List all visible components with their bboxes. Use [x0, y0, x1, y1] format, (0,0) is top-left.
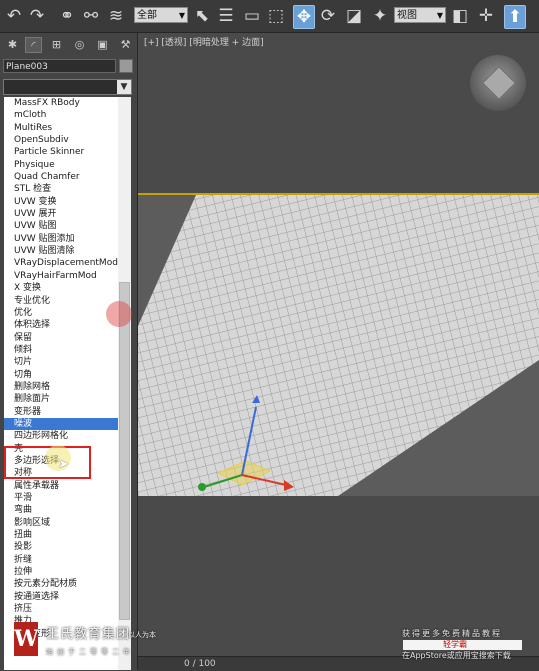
select-rotate-icon[interactable]: ⟳	[318, 5, 338, 27]
unlink-icon[interactable]: ⚯	[81, 5, 101, 27]
modifier-list-item[interactable]: 体积选择	[4, 319, 118, 331]
modifier-list-item[interactable]: 折缝	[4, 554, 118, 566]
viewport-area[interactable]: [+] [透视] [明暗处理 + 边面]	[138, 33, 539, 670]
command-panel: ✱ ◜ ⊞ ◎ ▣ ⚒ Plane003 ▼ MassFX RBody mClot…	[0, 33, 138, 670]
modifier-list-item[interactable]: Particle Skinner	[4, 146, 118, 158]
keyboard-shortcut-override-icon[interactable]: ⬆	[504, 5, 526, 29]
modifier-list-item[interactable]: 切角	[4, 369, 118, 381]
modifier-list-item[interactable]: UVW 贴图	[4, 220, 118, 232]
coord-system-value: 视图	[397, 10, 417, 21]
modifier-list-item[interactable]: Physique	[4, 159, 118, 171]
undo-icon[interactable]: ↶	[4, 5, 24, 27]
brand-logo: W	[14, 622, 39, 656]
modifier-list-item[interactable]: 属性承载器	[4, 480, 118, 492]
viewcube-face[interactable]	[482, 66, 516, 100]
pivot-center-icon[interactable]: ◧	[450, 5, 470, 27]
selection-filter-value: 全部	[137, 10, 157, 21]
modifier-list-item[interactable]: 噪波	[4, 417, 118, 431]
modifier-list-item[interactable]: 扭曲	[4, 529, 118, 541]
link-icon[interactable]: ⚭	[57, 5, 77, 27]
modifier-list-item[interactable]: 投影	[4, 541, 118, 553]
object-name-field[interactable]: Plane003	[3, 59, 116, 73]
chevron-down-icon: ▼	[178, 11, 185, 20]
modifier-list-item[interactable]: X 变换	[4, 282, 118, 294]
modifier-list-item[interactable]: 拉伸	[4, 566, 118, 578]
chevron-down-icon[interactable]: ▼	[117, 80, 131, 94]
select-manipulate-icon[interactable]: ✛	[476, 5, 496, 27]
chevron-down-icon: ▼	[436, 11, 443, 20]
viewcube-icon[interactable]	[470, 55, 526, 111]
select-move-icon[interactable]: ✥	[293, 5, 315, 29]
modifier-list-item[interactable]: 按元素分配材质	[4, 578, 118, 590]
object-color-swatch[interactable]	[119, 59, 133, 73]
plane-mesh[interactable]	[138, 195, 539, 496]
tab-display-icon[interactable]: ▣	[94, 37, 111, 53]
modifier-list-item[interactable]: 优化	[4, 307, 118, 319]
tab-create-icon[interactable]: ✱	[4, 37, 21, 53]
modifier-list-scrollbar[interactable]	[118, 97, 131, 670]
coord-system-dropdown[interactable]: 视图 ▼	[394, 7, 446, 23]
modifier-list-item[interactable]: UVW 贴图添加	[4, 233, 118, 245]
watermark-title: 王氏教育集团	[46, 627, 131, 642]
promo-text-bottom: 在AppStore或应用宝搜索下载	[402, 651, 511, 660]
modifier-list-dropdown[interactable]: ▼	[3, 79, 132, 95]
perspective-viewport[interactable]	[138, 194, 539, 497]
modifier-list-item[interactable]: 专业优化	[4, 295, 118, 307]
modifier-list-item[interactable]: STL 检查	[4, 183, 118, 195]
tab-utilities-icon[interactable]: ⚒	[117, 37, 134, 53]
modifier-list-item[interactable]: VRayHairFarmMod	[4, 270, 118, 282]
main-toolbar: ↶ ↷ ⚭ ⚯ ≋ 全部 ▼ ⬉ ☰ ▭ ⬚ ✥ ⟳ ◪ ✦ 视图 ▼ ◧ ✛ …	[0, 0, 539, 33]
modifier-list-item[interactable]: UVW 贴图清除	[4, 245, 118, 257]
modifier-list-item[interactable]: 倾斜	[4, 344, 118, 356]
modifier-list-item[interactable]: 平滑	[4, 492, 118, 504]
modifier-list-item[interactable]: 影响区域	[4, 517, 118, 529]
modifier-list: MassFX RBody mCloth MultiRes OpenSubdiv Part…	[4, 97, 118, 670]
bind-spacewarp-icon[interactable]: ≋	[106, 5, 126, 27]
modifier-list-item[interactable]: mCloth	[4, 109, 118, 121]
select-scale-icon[interactable]: ◪	[344, 5, 364, 27]
watermark-subtitle: 始创于二零零二年	[46, 648, 134, 656]
modifier-list-item[interactable]: 挤压	[4, 603, 118, 615]
modifier-list-item[interactable]: MassFX RBody	[4, 97, 118, 109]
window-crossing-icon[interactable]: ⬚	[266, 5, 286, 27]
modifier-list-item[interactable]: MultiRes	[4, 122, 118, 134]
viewport-label[interactable]: [+] [透视] [明暗处理 + 边面]	[144, 38, 264, 49]
scroll-thumb[interactable]	[119, 282, 130, 620]
watermark-slogan: 以人为本	[128, 631, 156, 639]
redo-icon[interactable]: ↷	[27, 5, 47, 27]
select-object-icon[interactable]: ⬉	[192, 5, 212, 27]
modifier-list-item[interactable]: UVW 变换	[4, 196, 118, 208]
modifier-list-item[interactable]: 弯曲	[4, 504, 118, 516]
modifier-list-item[interactable]: 按通道选择	[4, 591, 118, 603]
click-indicator	[106, 301, 132, 327]
selection-filter-dropdown[interactable]: 全部 ▼	[134, 7, 188, 23]
select-by-name-icon[interactable]: ☰	[216, 5, 236, 27]
viewport-top-region[interactable]: [+] [透视] [明暗处理 + 边面]	[138, 33, 539, 194]
tab-modify-icon[interactable]: ◜	[25, 37, 42, 53]
modifier-list-item[interactable]: Quad Chamfer	[4, 171, 118, 183]
promo-badge-text: 轻学霸	[443, 640, 467, 649]
modifier-list-item[interactable]: OpenSubdiv	[4, 134, 118, 146]
modifier-list-item[interactable]: 四边形网格化	[4, 430, 118, 442]
modifier-list-item[interactable]: 删除网格	[4, 381, 118, 393]
modifier-list-item[interactable]: VRayDisplacementMod	[4, 257, 118, 269]
mouse-cursor-icon: ➤	[58, 457, 69, 472]
modifier-list-item[interactable]: 删除面片	[4, 393, 118, 405]
promo-badge: 轻学霸	[403, 640, 522, 650]
tab-motion-icon[interactable]: ◎	[71, 37, 88, 53]
modifier-list-item[interactable]: 保留	[4, 332, 118, 344]
modifier-list-item[interactable]: 变形器	[4, 406, 118, 418]
grid-plane[interactable]	[138, 195, 539, 496]
command-panel-tabs: ✱ ◜ ⊞ ◎ ▣ ⚒	[2, 35, 135, 55]
time-slider-frame: 0 / 100	[184, 659, 216, 669]
modifier-list-item[interactable]: 切片	[4, 356, 118, 368]
tab-hierarchy-icon[interactable]: ⊞	[48, 37, 65, 53]
rect-selection-icon[interactable]: ▭	[242, 5, 262, 27]
promo-text-top: 获得更多免费精品教程	[402, 629, 502, 638]
placement-icon[interactable]: ✦	[370, 5, 390, 27]
modifier-list-item[interactable]: UVW 展开	[4, 208, 118, 220]
